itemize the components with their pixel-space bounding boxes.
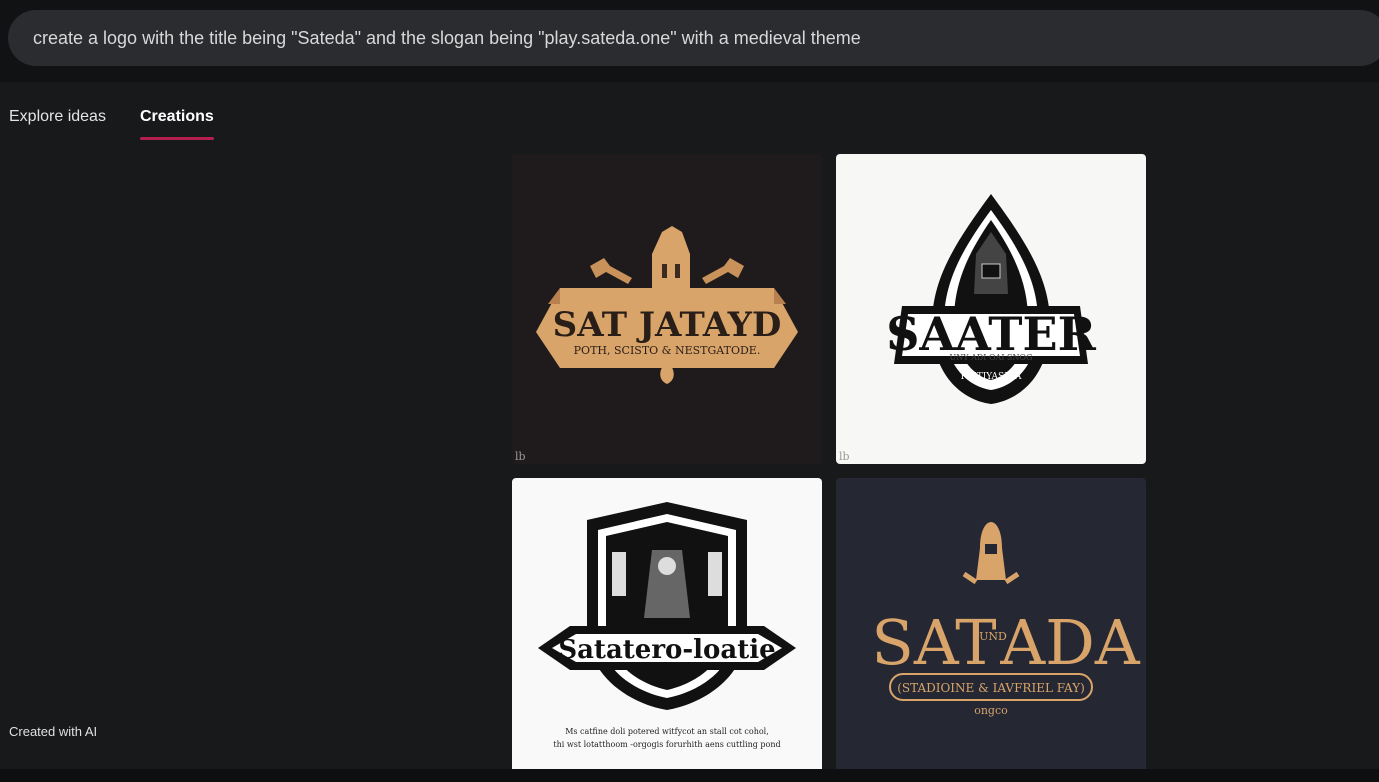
active-tab-indicator [140, 137, 214, 140]
generated-image-3[interactable]: Satatero-loatie Ms catfine doli potered … [512, 478, 822, 769]
generated-image-1[interactable]: SAT JATAYD POTH, SCISTO & NESTGATODE. lb [512, 154, 822, 464]
bottom-strip [0, 769, 1379, 782]
logo-subtitle: UNY ADI OAI SNOG [950, 353, 1033, 362]
generated-image-2[interactable]: SAATER UNY ADI OAI SNOG PIETIYASH A lb [836, 154, 1146, 464]
crossed-hammer-right [702, 258, 744, 284]
logo-title-left: SAT [871, 606, 996, 679]
prompt-input[interactable]: create a logo with the title being "Sate… [8, 10, 1379, 66]
top-bar: create a logo with the title being "Sate… [0, 0, 1379, 82]
generated-image-4[interactable]: SAT UND ADA (STADIOINE & IAVFRIEL FAY) o… [836, 478, 1146, 769]
logo-title-right: ADA [999, 606, 1140, 679]
caption-line-2: thi wst lotatthoom -orgogis forurhith ae… [553, 740, 780, 749]
crossed-hammer-left [590, 258, 632, 284]
caption-line-1: Ms catfine doli potered witfycot an stal… [565, 727, 769, 736]
tab-bar: Explore ideas Creations [0, 98, 400, 144]
prompt-text: create a logo with the title being "Sate… [33, 27, 861, 48]
logo-subtitle: (STADIOINE & IAVFRIEL FAY) [897, 681, 1085, 695]
created-with-ai-label: Created with AI [9, 724, 98, 739]
logo-tagline: PIETIYASH A [961, 372, 1022, 382]
corner-mark: lb [839, 450, 850, 463]
logo-subtitle: POTH, SCISTO & NESTGATODE. [574, 344, 761, 357]
logo-title: SAT JATAYD [553, 305, 782, 345]
tab-creations[interactable]: Creations [140, 108, 214, 126]
tab-explore-ideas[interactable]: Explore ideas [9, 108, 106, 126]
logo-title: Satatero-loatie [558, 635, 775, 665]
logo-tagline: ongco [974, 704, 1008, 717]
corner-mark: lb [515, 450, 526, 463]
